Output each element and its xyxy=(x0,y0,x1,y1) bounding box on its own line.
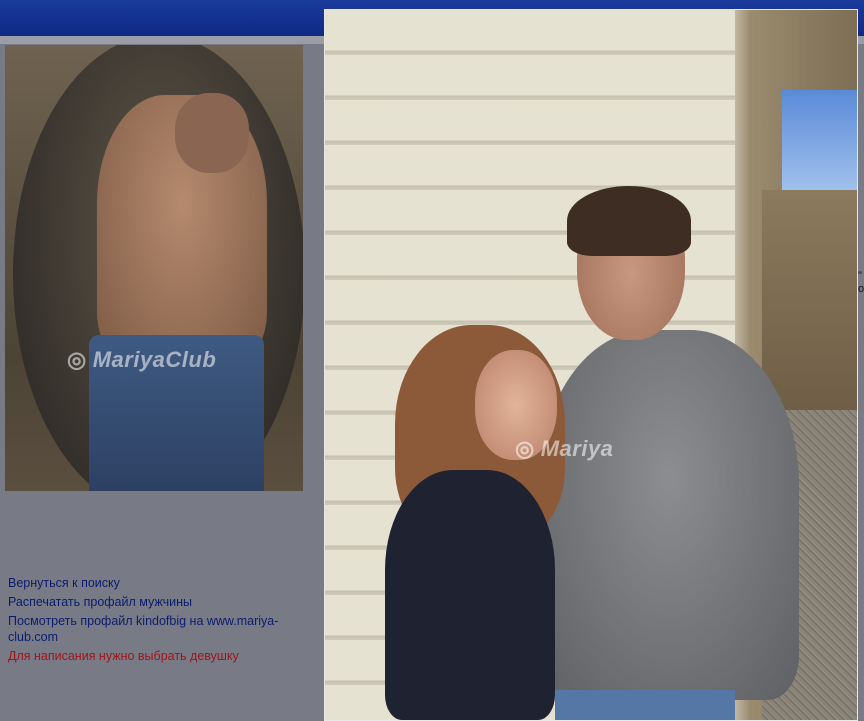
profile-thumbnail-photo[interactable]: MariyaClub xyxy=(5,45,303,491)
print-profile-link[interactable]: Распечатать профайл мужчины xyxy=(8,594,308,610)
back-to-search-link[interactable]: Вернуться к поиску xyxy=(8,575,308,591)
profile-actions: Вернуться к поиску Распечатать профайл м… xyxy=(8,575,308,667)
clipped-text-line: o xyxy=(858,283,864,295)
woman-figure xyxy=(385,470,555,720)
profile-main-photo: Mariya xyxy=(324,9,858,721)
man-figure xyxy=(539,330,799,700)
clipped-text-line: " xyxy=(858,270,862,282)
view-profile-link[interactable]: Посмотреть профайл kindofbig на www.mari… xyxy=(8,613,308,645)
clipped-text: " o xyxy=(858,270,864,296)
man-hair xyxy=(567,186,691,256)
man-jeans xyxy=(555,690,735,720)
sky xyxy=(782,90,857,200)
watermark-logo-main: Mariya xyxy=(515,436,613,462)
choose-woman-warning: Для написания нужно выбрать девушку xyxy=(8,649,239,663)
watermark-logo: MariyaClub xyxy=(67,347,216,373)
thumb-head xyxy=(175,93,249,173)
